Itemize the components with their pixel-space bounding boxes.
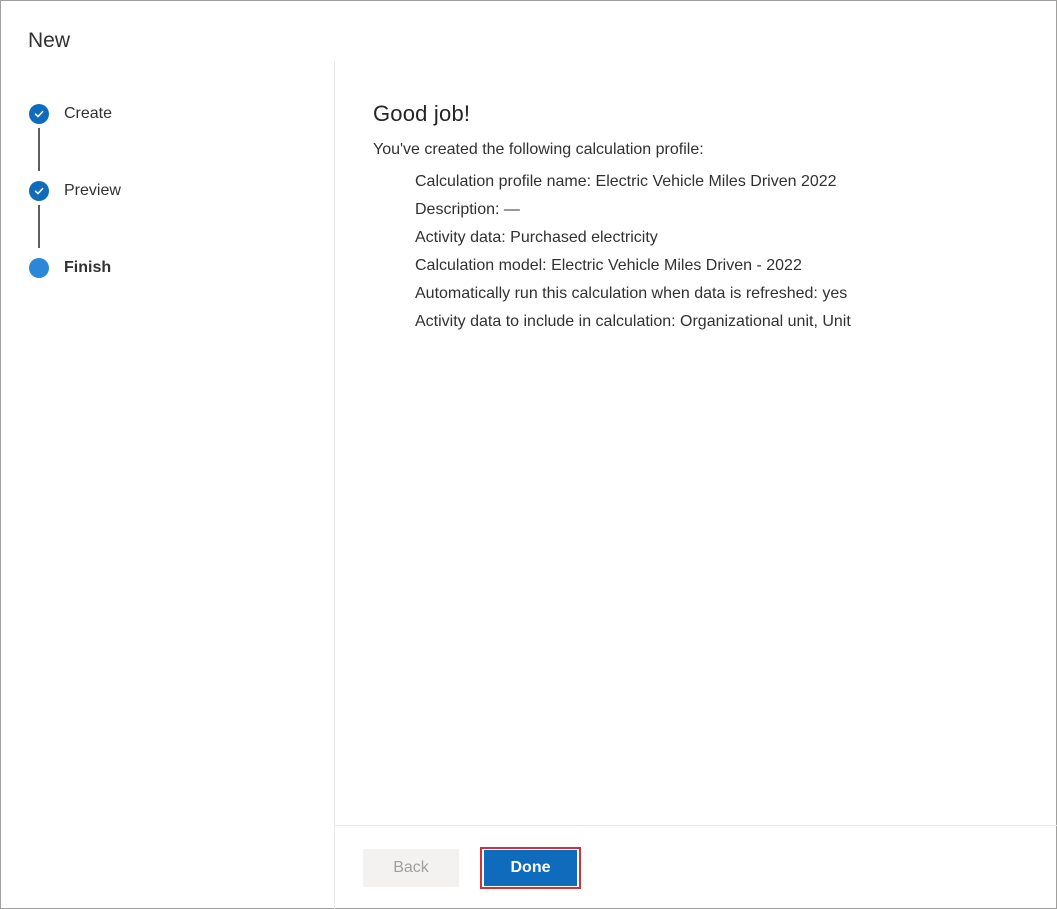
- page-title: New: [28, 29, 71, 52]
- back-button[interactable]: Back: [363, 849, 459, 887]
- checkmark-icon: [29, 104, 49, 124]
- detail-calculation-model: Calculation model: Electric Vehicle Mile…: [415, 257, 802, 274]
- footer-divider: [335, 825, 1057, 826]
- detail-activity-data: Activity data: Purchased electricity: [415, 229, 658, 246]
- detail-profile-name: Calculation profile name: Electric Vehic…: [415, 173, 837, 190]
- wizard-panel: New Create Preview Finish Good job! You'…: [0, 0, 1057, 909]
- finish-content: Good job! You've created the following c…: [373, 101, 1033, 336]
- filled-circle-icon: [29, 258, 49, 278]
- success-heading: Good job!: [373, 101, 471, 126]
- step-preview[interactable]: Preview: [29, 178, 121, 204]
- detail-activity-include: Activity data to include in calculation:…: [415, 313, 851, 330]
- vertical-divider: [334, 61, 335, 909]
- step-finish[interactable]: Finish: [29, 255, 111, 281]
- detail-description: Description: —: [415, 201, 520, 218]
- step-label: Finish: [64, 259, 112, 276]
- step-label: Preview: [64, 182, 121, 199]
- done-button-label: Done: [484, 850, 577, 886]
- checkmark-icon: [29, 181, 49, 201]
- step-label: Create: [64, 105, 113, 122]
- success-intro: You've created the following calculation…: [373, 141, 704, 158]
- step-connector: [38, 205, 40, 248]
- detail-auto-run: Automatically run this calculation when …: [415, 285, 848, 302]
- step-create[interactable]: Create: [29, 101, 112, 127]
- step-connector: [38, 128, 40, 171]
- done-button[interactable]: Done: [480, 847, 581, 889]
- profile-details: Calculation profile name: Electric Vehic…: [373, 168, 1033, 336]
